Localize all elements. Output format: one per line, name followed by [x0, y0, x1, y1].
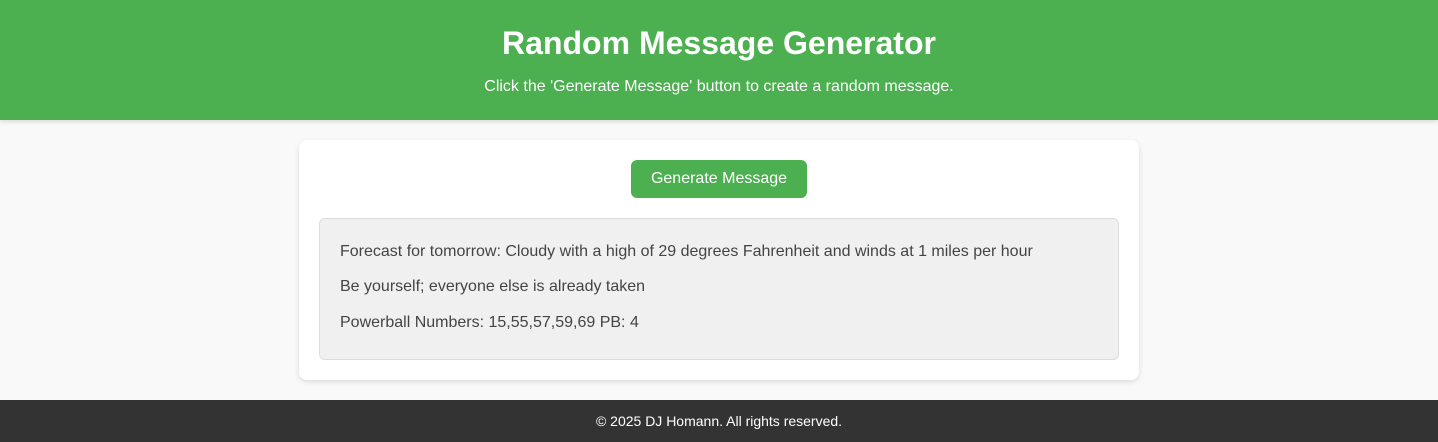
message-card: Generate Message Forecast for tomorrow: …	[299, 140, 1139, 380]
page-title: Random Message Generator	[502, 25, 936, 61]
message-item: Forecast for tomorrow: Cloudy with a hig…	[340, 243, 1033, 260]
page-header: Random Message Generator Click the 'Gene…	[0, 0, 1438, 120]
page-footer: © 2025 DJ Homann. All rights reserved.	[0, 400, 1438, 442]
copyright-text: © 2025 DJ Homann. All rights reserved.	[595, 413, 843, 429]
message-output-box: Forecast for tomorrow: Cloudy with a hig…	[319, 218, 1119, 360]
message-item: Be yourself; everyone else is already ta…	[340, 278, 646, 295]
message-item: Powerball Numbers: 15,55,57,59,69 PB: 4	[340, 314, 639, 331]
generate-message-button[interactable]: Generate Message	[631, 160, 807, 198]
page-subtitle: Click the 'Generate Message' button to c…	[484, 78, 954, 95]
